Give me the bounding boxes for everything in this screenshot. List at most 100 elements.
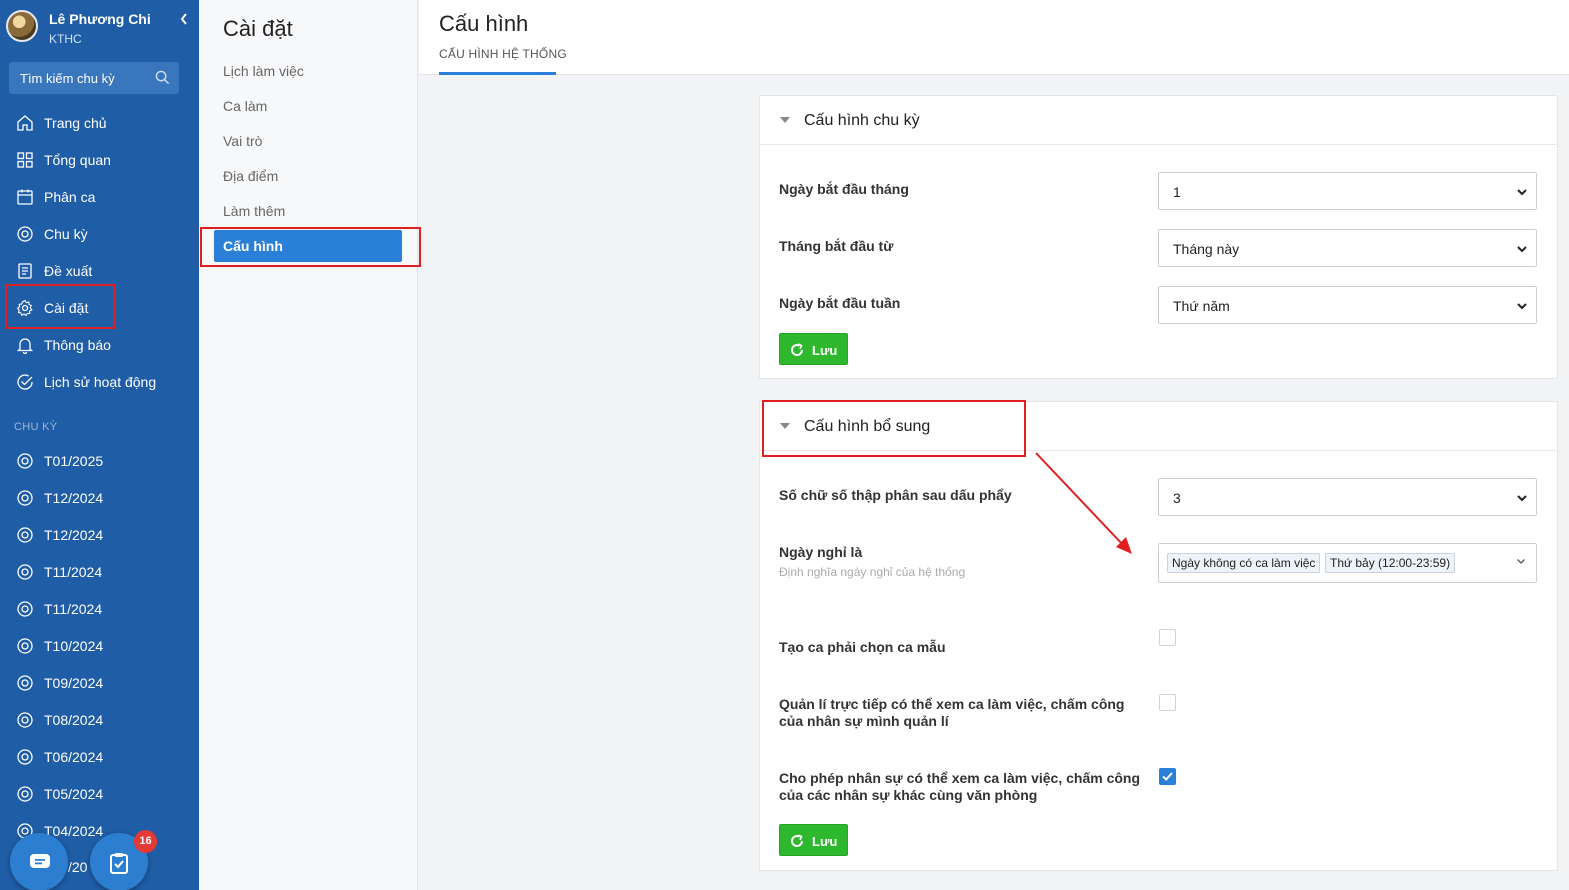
require-template-checkbox[interactable] xyxy=(1159,629,1176,646)
sidebar-item-notifications[interactable]: Thông báo xyxy=(0,329,199,361)
submenu-item-overtime[interactable]: Làm thêm xyxy=(223,203,285,219)
holiday-tag[interactable]: Thứ bảy (12:00-23:59) xyxy=(1325,553,1456,573)
cycle-search-input[interactable] xyxy=(9,62,149,94)
cycle-search xyxy=(9,62,179,94)
chevron-down-icon xyxy=(1517,303,1527,310)
cycle-icon xyxy=(17,675,33,691)
chat-button[interactable] xyxy=(10,833,68,890)
cycle-icon xyxy=(17,638,33,654)
settings-submenu: Cài đặt Lịch làm việc Ca làm Vai trò Địa… xyxy=(199,0,418,890)
cycle-icon xyxy=(17,786,33,802)
cycle-icon xyxy=(17,453,33,469)
field-description: Định nghĩa ngày nghỉ của hệ thống xyxy=(779,565,966,579)
sidebar-cycle-item[interactable]: T01/2025 xyxy=(0,445,199,477)
refresh-icon xyxy=(791,834,804,847)
sidebar-item-label: T09/2024 xyxy=(44,675,104,691)
chevron-down-icon xyxy=(1517,246,1527,253)
search-icon[interactable] xyxy=(155,70,170,85)
avatar xyxy=(6,10,38,42)
field-label: Số chữ số thập phân sau dấu phẩy xyxy=(779,487,1012,503)
page-header: Cấu hình CẤU HÌNH HỆ THỐNG xyxy=(419,0,1569,75)
select-value: Thứ năm xyxy=(1173,298,1230,314)
submenu-item-location[interactable]: Địa điểm xyxy=(223,168,278,184)
card-title: Cấu hình chu kỳ xyxy=(804,112,920,129)
sidebar-cycle-item[interactable]: T09/2024 xyxy=(0,667,199,699)
sidebar-item-overview[interactable]: Tổng quan xyxy=(0,144,199,176)
sidebar-cycle-item[interactable]: T11/2024 xyxy=(0,593,199,625)
collapse-sidebar-icon[interactable] xyxy=(180,13,188,28)
check-circle-icon xyxy=(17,374,33,390)
chat-icon xyxy=(30,854,50,868)
calendar-icon xyxy=(17,189,33,205)
field-label: Quản lí trực tiếp có thể xem ca làm việc… xyxy=(779,696,1125,729)
sidebar-item-label: T01/2025 xyxy=(44,453,104,469)
cycle-icon xyxy=(17,601,33,617)
office-view-checkbox[interactable] xyxy=(1159,768,1176,785)
clipboard-check-icon xyxy=(110,853,128,874)
field-label: Cho phép nhân sự có thể xem ca làm việc,… xyxy=(779,770,1141,803)
sidebar-cycle-item[interactable]: T10/2024 xyxy=(0,630,199,662)
document-icon xyxy=(18,263,32,279)
sidebar-item-label: Chu kỳ xyxy=(44,226,88,242)
submenu-item-config[interactable]: Cấu hình xyxy=(214,230,402,262)
user-profile[interactable]: Lê Phương Chi KTHC xyxy=(0,0,199,56)
sidebar-item-label: T12/2024 xyxy=(44,490,104,506)
submenu-item-config-label: Cấu hình xyxy=(223,238,283,254)
sidebar-cycle-item[interactable]: T08/2024 xyxy=(0,704,199,736)
decimal-places-select[interactable]: 3 xyxy=(1158,478,1537,516)
cycle-section-label: CHU KỲ xyxy=(14,421,58,433)
card-title: Cấu hình bổ sung xyxy=(804,418,931,435)
field-label: Ngày bắt đầu tuần xyxy=(779,295,901,311)
sidebar-cycle-item[interactable]: T12/2024 xyxy=(0,519,199,551)
active-tab-indicator xyxy=(439,72,556,75)
save-button[interactable]: Lưu xyxy=(779,824,848,856)
save-button[interactable]: Lưu xyxy=(779,333,848,365)
submenu-title: Cài đặt xyxy=(223,16,293,41)
sidebar-item-activity-history[interactable]: Lịch sử hoạt động xyxy=(0,366,199,398)
grid-icon xyxy=(17,152,33,168)
sidebar-item-cycle[interactable]: Chu kỳ xyxy=(0,218,199,250)
week-start-day-select[interactable]: Thứ năm xyxy=(1158,286,1537,324)
submenu-item-work-schedule[interactable]: Lịch làm việc xyxy=(223,63,304,79)
chevron-down-icon xyxy=(1517,189,1527,196)
chevron-down-icon xyxy=(1517,495,1527,502)
sidebar-item-label: T10/2024 xyxy=(44,638,104,654)
sidebar-item-label: Thông báo xyxy=(44,337,111,353)
sidebar-item-label: T06/2024 xyxy=(44,749,104,765)
chevron-down-icon xyxy=(1517,559,1525,564)
cycle-icon xyxy=(17,712,33,728)
sidebar-item-label: T11/2024 xyxy=(44,564,103,580)
holiday-multiselect[interactable]: Ngày không có ca làm việc Thứ bảy (12:00… xyxy=(1158,543,1537,583)
cycle-icon xyxy=(17,564,33,580)
extra-config-card: Cấu hình bổ sung Số chữ số thập phân sau… xyxy=(759,401,1558,871)
manager-view-checkbox[interactable] xyxy=(1159,694,1176,711)
holiday-tag[interactable]: Ngày không có ca làm việc xyxy=(1167,553,1321,573)
sidebar-item-label: T12/2024 xyxy=(44,527,104,543)
sidebar-item-label: Cài đặt xyxy=(44,300,89,316)
cycle-config-header[interactable]: Cấu hình chu kỳ xyxy=(760,96,1557,145)
sidebar-cycle-item[interactable]: T12/2024 xyxy=(0,482,199,514)
sidebar-item-home[interactable]: Trang chủ xyxy=(0,107,199,139)
submenu-item-shift[interactable]: Ca làm xyxy=(223,98,267,114)
tab-system-config[interactable]: CẤU HÌNH HỆ THỐNG xyxy=(439,47,567,61)
sidebar-cycle-item[interactable]: T05/2024 xyxy=(0,778,199,810)
select-value: 1 xyxy=(1173,184,1181,200)
bell-icon xyxy=(16,338,34,354)
cycle-icon xyxy=(17,226,33,242)
sidebar-item-label: Tổng quan xyxy=(44,152,111,168)
sidebar-item-proposal[interactable]: Đề xuất xyxy=(0,255,199,287)
field-label: Tháng bắt đầu từ xyxy=(779,238,894,254)
refresh-icon xyxy=(791,343,804,356)
sidebar-cycle-item[interactable]: T06/2024 xyxy=(0,741,199,773)
caret-down-icon xyxy=(780,117,790,123)
sidebar-item-settings[interactable]: Cài đặt xyxy=(0,292,199,324)
sidebar-item-shift[interactable]: Phân ca xyxy=(0,181,199,213)
checkmark-icon xyxy=(1162,772,1173,781)
month-start-day-select[interactable]: 1 xyxy=(1158,172,1537,210)
page-title: Cấu hình xyxy=(439,11,529,36)
extra-config-header[interactable]: Cấu hình bổ sung xyxy=(760,402,1557,451)
sidebar-cycle-item[interactable]: T11/2024 xyxy=(0,556,199,588)
month-start-from-select[interactable]: Tháng này xyxy=(1158,229,1537,267)
home-icon xyxy=(17,115,33,131)
submenu-item-role[interactable]: Vai trò xyxy=(223,133,262,149)
